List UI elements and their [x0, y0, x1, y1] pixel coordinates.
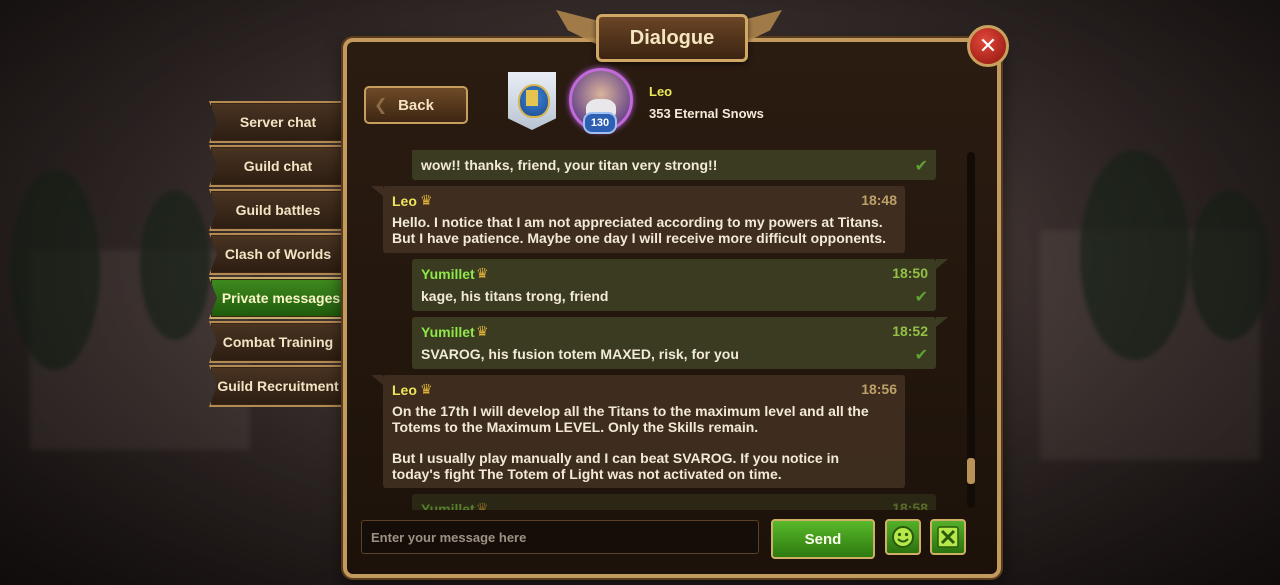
message-input[interactable]: [361, 520, 759, 554]
message-text: On the 17th I will develop all the Titan…: [392, 403, 869, 435]
message-bubble: Leo ♛ 18:56 On the 17th I will develop a…: [371, 375, 905, 488]
crown-icon: ♛: [420, 192, 433, 208]
message-text: SVAROG, his fusion totem MAXED, risk, fo…: [421, 346, 739, 362]
window-title: Dialogue: [596, 14, 748, 62]
message-time: 18:50: [892, 265, 928, 281]
crown-icon: ♛: [420, 381, 433, 397]
message-text: Hello. I notice that I am not appreciate…: [392, 214, 887, 246]
message-text: kage, his titans trong, friend: [421, 288, 609, 304]
read-check-icon: ✔: [914, 289, 928, 306]
message-sender[interactable]: Leo: [392, 382, 417, 398]
crown-icon: ♛: [476, 265, 489, 281]
message-sender[interactable]: Yumillet: [421, 324, 475, 340]
emoji-button[interactable]: [885, 519, 921, 555]
tab-clash-of-worlds[interactable]: Clash of Worlds: [209, 233, 345, 275]
tab-combat-training[interactable]: Combat Training: [209, 321, 345, 363]
message-bubble: wow!! thanks, friend, your titan very st…: [412, 150, 936, 180]
message-bubble: Yumillet ♛ 18:58: [412, 494, 936, 510]
chat-log[interactable]: wow!! thanks, friend, your titan very st…: [361, 150, 961, 510]
message-sender[interactable]: Leo: [392, 193, 417, 209]
message-sender[interactable]: Yumillet: [421, 501, 475, 510]
back-button[interactable]: ❮ Back: [364, 86, 468, 124]
message-time: 18:58: [892, 500, 928, 510]
tab-private-messages[interactable]: Private messages: [209, 277, 351, 319]
message-bubble: Yumillet ♛ 18:52 SVAROG, his fusion tote…: [412, 317, 948, 369]
close-icon: [937, 526, 959, 548]
chevron-left-icon: ❮: [374, 97, 388, 114]
chat-scroll-thumb[interactable]: [967, 458, 975, 484]
chat-scrollbar[interactable]: [967, 152, 975, 508]
tab-guild-battles[interactable]: Guild battles: [209, 189, 345, 231]
player-name: Leo: [649, 84, 673, 99]
message-time: 18:52: [892, 323, 928, 339]
read-check-icon: ✔: [914, 158, 928, 175]
send-button[interactable]: Send: [771, 519, 875, 559]
message-text: wow!! thanks, friend, your titan very st…: [421, 157, 718, 173]
crown-icon: ♛: [476, 323, 489, 339]
guild-banner[interactable]: [508, 72, 556, 130]
message-bubble: Yumillet ♛ 18:50 kage, his titans trong,…: [412, 259, 948, 311]
clear-button[interactable]: [930, 519, 966, 555]
message-bubble: Leo ♛ 18:48 Hello. I notice that I am no…: [371, 186, 905, 253]
crown-icon: ♛: [476, 500, 489, 510]
message-sender[interactable]: Yumillet: [421, 266, 475, 282]
message-time: 18:56: [861, 381, 897, 397]
player-level-badge: 130: [583, 112, 617, 134]
smiley-icon: [892, 526, 914, 548]
tab-guild-recruitment[interactable]: Guild Recruitment: [209, 365, 345, 407]
close-button[interactable]: ✕: [967, 25, 1009, 67]
tower-icon: [526, 90, 538, 106]
close-icon: ✕: [978, 33, 998, 58]
tab-server-chat[interactable]: Server chat: [209, 101, 345, 143]
back-button-label: Back: [398, 96, 434, 114]
read-check-icon: ✔: [914, 347, 928, 364]
player-server: 353 Eternal Snows: [649, 106, 764, 121]
message-text: But I usually play manually and I can be…: [392, 450, 840, 482]
tab-guild-chat[interactable]: Guild chat: [209, 145, 345, 187]
message-time: 18:48: [861, 192, 897, 208]
